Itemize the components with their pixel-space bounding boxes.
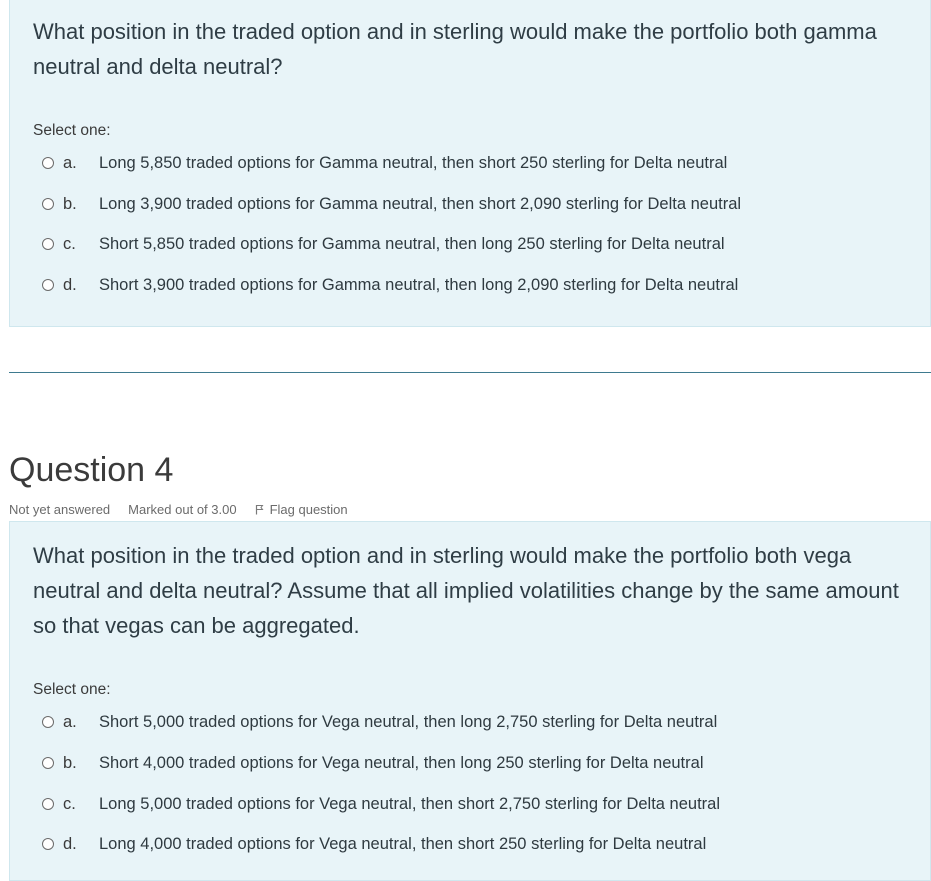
option-letter: b. (63, 753, 77, 772)
option-letter: c. (63, 234, 76, 253)
q3-option-a[interactable]: a. Long 5,850 traded options for Gamma n… (42, 151, 727, 175)
option-text: Short 5,000 traded options for Vega neut… (99, 712, 718, 731)
option-letter: d. (63, 275, 77, 294)
question-4-info: Not yet answered Marked out of 3.00 Flag… (9, 502, 366, 517)
q4-option-a[interactable]: a. Short 5,000 traded options for Vega n… (42, 710, 717, 734)
q3-option-b[interactable]: b. Long 3,900 traded options for Gamma n… (42, 192, 741, 216)
option-letter: d. (63, 834, 77, 853)
select-one-label: Select one: (33, 681, 111, 698)
flag-question-label: Flag question (269, 502, 348, 517)
question-4-heading: Question 4 (9, 451, 174, 489)
radio-button[interactable] (42, 238, 54, 250)
option-text: Long 5,850 traded options for Gamma neut… (99, 153, 728, 172)
q3-option-d[interactable]: d. Short 3,900 traded options for Gamma … (42, 273, 738, 297)
question-4-text: What position in the traded option and i… (33, 543, 899, 638)
option-letter: c. (63, 794, 76, 813)
radio-button[interactable] (42, 279, 54, 291)
option-text: Long 5,000 traded options for Vega neutr… (99, 794, 720, 813)
question-3-content: What position in the traded option and i… (9, 0, 931, 327)
option-text: Short 3,900 traded options for Gamma neu… (99, 275, 739, 294)
question-status: Not yet answered (9, 502, 111, 517)
question-divider (9, 372, 931, 373)
option-text: Short 4,000 traded options for Vega neut… (99, 753, 704, 772)
option-text: Long 4,000 traded options for Vega neutr… (99, 834, 707, 853)
option-letter: b. (63, 194, 77, 213)
question-4-content: What position in the traded option and i… (9, 521, 931, 881)
option-text: Short 5,850 traded options for Gamma neu… (99, 234, 725, 253)
option-letter: a. (63, 712, 77, 731)
flag-icon (255, 505, 264, 515)
q4-option-d[interactable]: d. Long 4,000 traded options for Vega ne… (42, 832, 706, 856)
q4-option-c[interactable]: c. Long 5,000 traded options for Vega ne… (42, 792, 720, 816)
question-3-text: What position in the traded option and i… (33, 19, 877, 79)
radio-button[interactable] (42, 716, 54, 728)
option-text: Long 3,900 traded options for Gamma neut… (99, 194, 742, 213)
q3-option-c[interactable]: c. Short 5,850 traded options for Gamma … (42, 232, 725, 256)
q4-option-b[interactable]: b. Short 4,000 traded options for Vega n… (42, 751, 703, 775)
flag-question-link[interactable]: Flag question (255, 502, 366, 517)
select-one-label: Select one: (33, 122, 111, 139)
radio-button[interactable] (42, 757, 54, 769)
option-letter: a. (63, 153, 77, 172)
radio-button[interactable] (42, 198, 54, 210)
question-marks: Marked out of 3.00 (128, 502, 237, 517)
radio-button[interactable] (42, 798, 54, 810)
radio-button[interactable] (42, 838, 54, 850)
radio-button[interactable] (42, 157, 54, 169)
